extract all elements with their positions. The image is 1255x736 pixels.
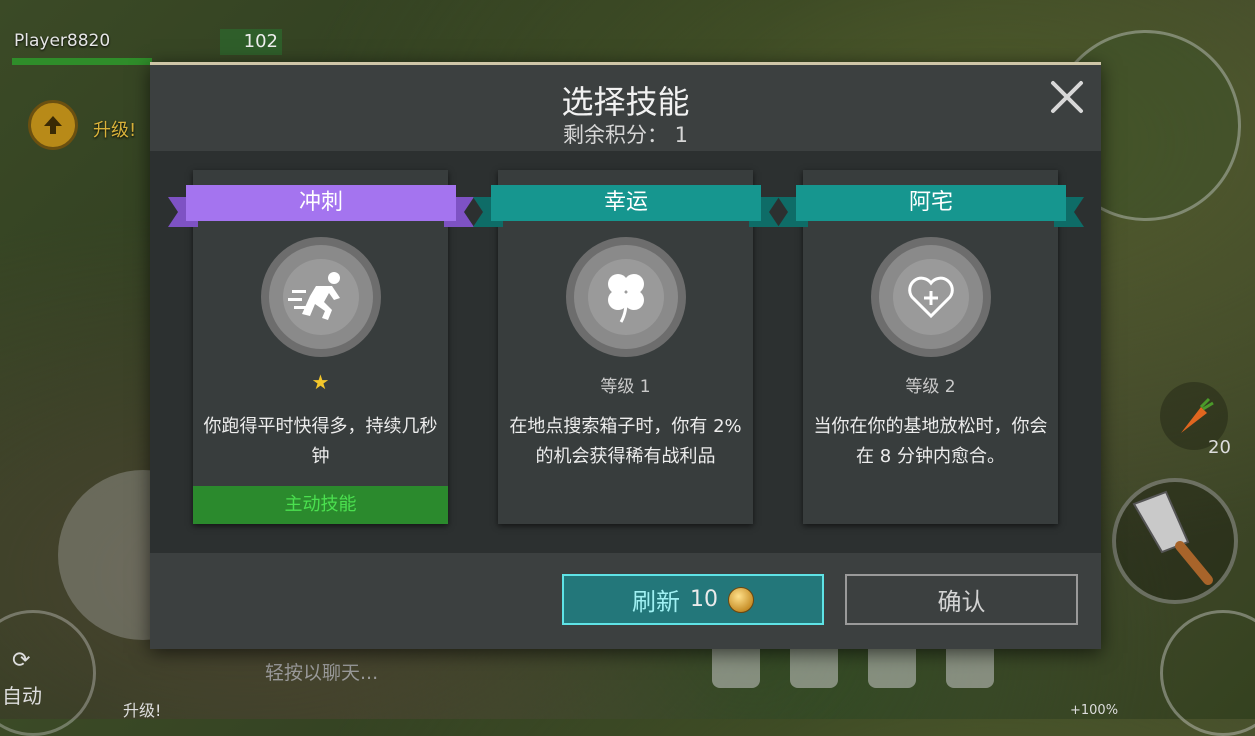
walk-button[interactable]	[1160, 610, 1255, 736]
carrot-icon	[1181, 397, 1214, 433]
refresh-button[interactable]: 刷新 10	[562, 574, 824, 625]
remaining-points: 剩余积分： 1	[562, 123, 689, 147]
homebody-medal	[871, 237, 991, 357]
close-icon	[1051, 81, 1083, 113]
sprint-medal	[261, 237, 381, 357]
player-level-badge: 102	[220, 29, 282, 55]
skill-ribbon: 阿宅	[778, 185, 1084, 227]
auto-label: 自动	[2, 684, 42, 708]
skill-description: 当你在你的基地放松时，你会在 8 分钟内愈合。	[813, 416, 1048, 467]
refresh-cost: 10	[690, 587, 718, 612]
player-name: Player8820	[14, 31, 111, 51]
chat-input[interactable]: 轻按以聊天...	[265, 658, 378, 685]
confirm-button[interactable]: 确认	[845, 574, 1078, 625]
coin-icon	[728, 586, 754, 613]
skill-level: 等级 2	[905, 377, 956, 397]
luck-medal	[566, 237, 686, 357]
cleaver-icon	[1132, 490, 1213, 585]
upgrade-label: 升级!	[93, 120, 137, 141]
skill-name: 冲刺	[298, 190, 343, 215]
upgrade-button[interactable]	[28, 100, 78, 150]
arrow-up-icon	[44, 116, 62, 134]
dialog-header: 选择技能 剩余积分： 1	[150, 65, 1101, 151]
bonus-percent: +100%	[1070, 703, 1119, 718]
skill-ribbon: 冲刺	[168, 185, 474, 227]
auto-button[interactable]	[0, 610, 96, 736]
skill-description: 你跑得平时快得多，持续几秒钟	[203, 416, 438, 467]
close-button[interactable]	[1047, 77, 1087, 117]
weapon-slot[interactable]	[1112, 478, 1238, 604]
health-bar	[12, 58, 152, 65]
bottom-upgrade-label: 升级!	[123, 701, 162, 720]
skill-name: 幸运	[603, 190, 648, 215]
skill-select-dialog: 选择技能 剩余积分： 1 冲刺 ★ 你跑得平时快得多，持续几秒钟 主动技能 幸运…	[150, 62, 1101, 649]
carrot-count: 20	[1208, 437, 1231, 458]
dialog-title: 选择技能	[561, 83, 690, 121]
refresh-label: 刷新	[632, 588, 680, 616]
active-skill-tag: 主动技能	[193, 486, 448, 524]
skill-card-sprint[interactable]: 冲刺 ★ 你跑得平时快得多，持续几秒钟 主动技能	[168, 170, 474, 524]
star-icon: ★	[311, 370, 330, 394]
confirm-label: 确认	[937, 588, 986, 616]
refresh-cycle-icon: ⟳	[12, 648, 31, 673]
skill-level: 等级 1	[600, 377, 651, 397]
skill-name: 阿宅	[908, 190, 953, 215]
skill-ribbon: 幸运	[473, 185, 779, 227]
skill-card-homebody[interactable]: 阿宅 等级 2 当你在你的基地放松时，你会在 8 分钟内愈合。	[778, 170, 1084, 524]
skill-description: 在地点搜索箱子时，你有 2% 的机会获得稀有战利品	[509, 416, 742, 467]
skill-card-luck[interactable]: 幸运 等级 1 在地点搜索箱子时，你有 2% 的机会获得稀有战利品	[473, 170, 779, 524]
